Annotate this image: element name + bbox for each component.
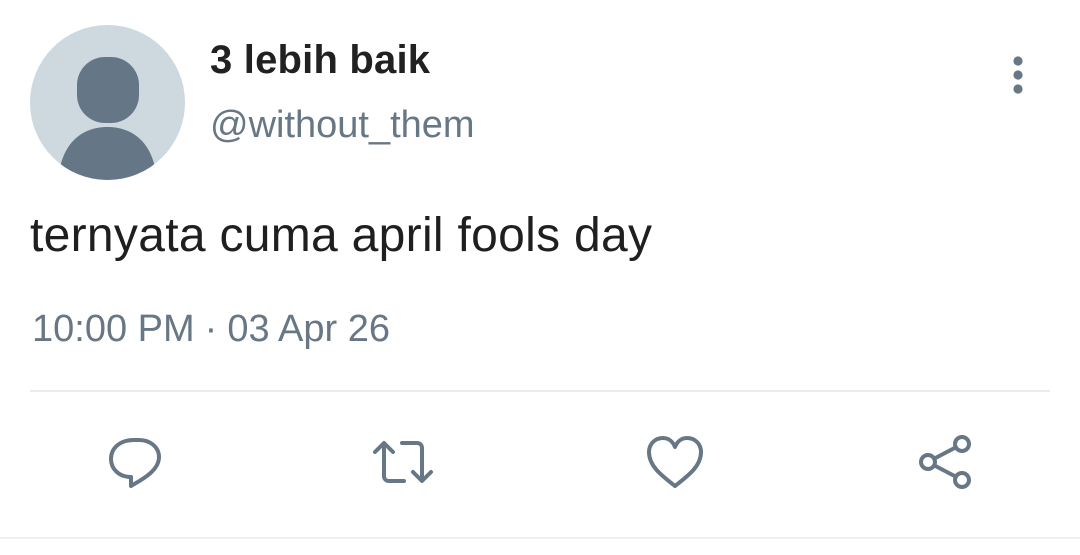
more-options-button[interactable]	[998, 52, 1038, 98]
user-handle[interactable]: @without_them	[210, 104, 475, 147]
like-button[interactable]	[643, 430, 707, 494]
heart-icon	[647, 436, 703, 488]
share-button[interactable]	[913, 430, 977, 494]
bottom-divider	[0, 537, 1080, 539]
tweet-time: 10:00 PM	[32, 308, 195, 350]
default-avatar-icon	[58, 57, 157, 180]
reply-button[interactable]	[104, 430, 168, 494]
reply-icon	[109, 438, 161, 488]
avatar[interactable]	[30, 25, 185, 180]
tweet-timestamp: 10:00 PM · 03 Apr 26	[32, 308, 390, 351]
tweet-date: 03 Apr 26	[227, 308, 390, 350]
tweet-text: ternyata cuma april fools day	[30, 209, 653, 262]
retweet-icon	[373, 441, 433, 483]
more-vertical-icon	[1013, 56, 1023, 94]
divider	[30, 390, 1050, 392]
display-name[interactable]: 3 lebih baik	[210, 38, 430, 83]
retweet-button[interactable]	[371, 430, 435, 494]
timestamp-separator: ·	[204, 308, 218, 350]
share-icon	[919, 435, 971, 489]
